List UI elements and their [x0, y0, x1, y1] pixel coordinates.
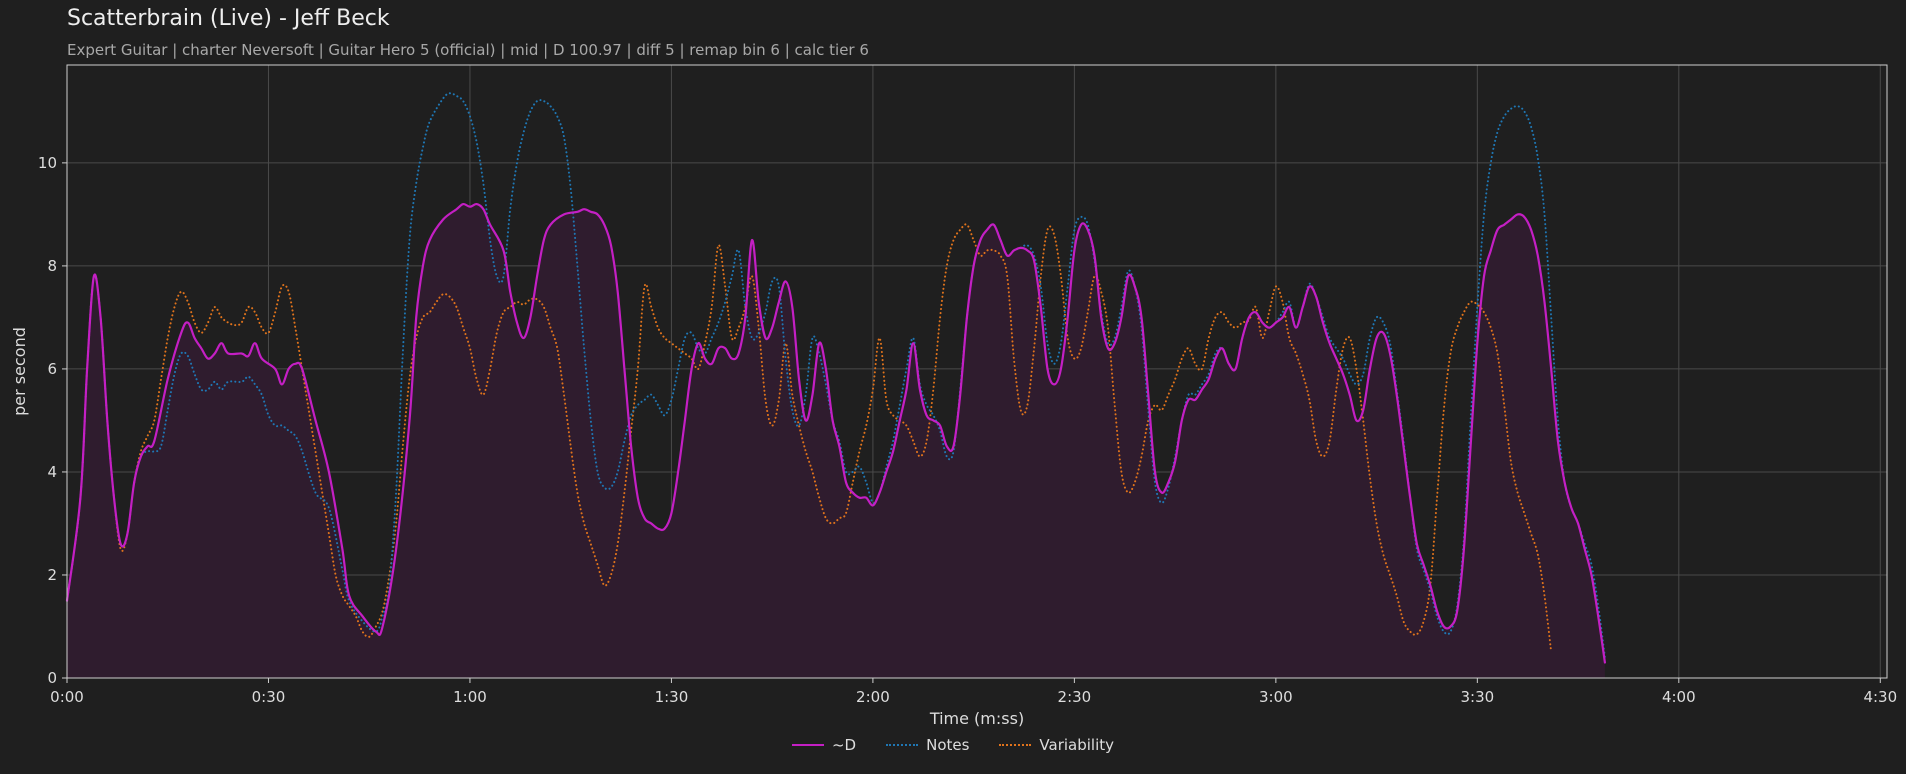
legend-item-d: ~D — [791, 736, 857, 754]
legend: ~D Notes Variability — [0, 736, 1906, 754]
legend-item-notes: Notes — [886, 736, 969, 754]
y-tick-label: 6 — [47, 360, 57, 378]
y-tick-label: 2 — [47, 566, 57, 584]
legend-label-variability: Variability — [1039, 736, 1115, 754]
legend-swatch-notes — [886, 744, 919, 746]
legend-label-d: ~D — [831, 736, 857, 754]
y-tick-label: 10 — [38, 154, 57, 172]
d-area-fill — [67, 204, 1605, 678]
legend-swatch-variability — [999, 744, 1032, 746]
x-tick-label: 4:30 — [1863, 688, 1897, 706]
legend-item-variability: Variability — [999, 736, 1114, 754]
line-chart: 0:00 0:30 1:00 1:30 2:00 2:30 3:00 3:30 4:00 4:30… — [10, 64, 1897, 728]
x-tick-label: 0:00 — [50, 688, 84, 706]
y-axis-label: per second — [10, 327, 29, 416]
x-tick-label: 1:00 — [453, 688, 487, 706]
x-tick-label: 4:00 — [1662, 688, 1696, 706]
x-axis-label: Time (m:ss) — [929, 709, 1024, 728]
x-tick-label: 0:30 — [252, 688, 286, 706]
legend-label-notes: Notes — [926, 736, 970, 754]
x-tick-label: 2:30 — [1058, 688, 1092, 706]
y-tick-label: 4 — [47, 463, 57, 481]
y-tick-label: 8 — [47, 257, 57, 275]
x-tick-label: 3:00 — [1259, 688, 1293, 706]
y-tick-label: 0 — [47, 669, 57, 687]
x-tick-label: 1:30 — [655, 688, 689, 706]
x-tick-label: 2:00 — [856, 688, 890, 706]
legend-swatch-d — [791, 744, 824, 746]
x-tick-label: 3:30 — [1460, 688, 1494, 706]
d-area — [67, 204, 1605, 678]
